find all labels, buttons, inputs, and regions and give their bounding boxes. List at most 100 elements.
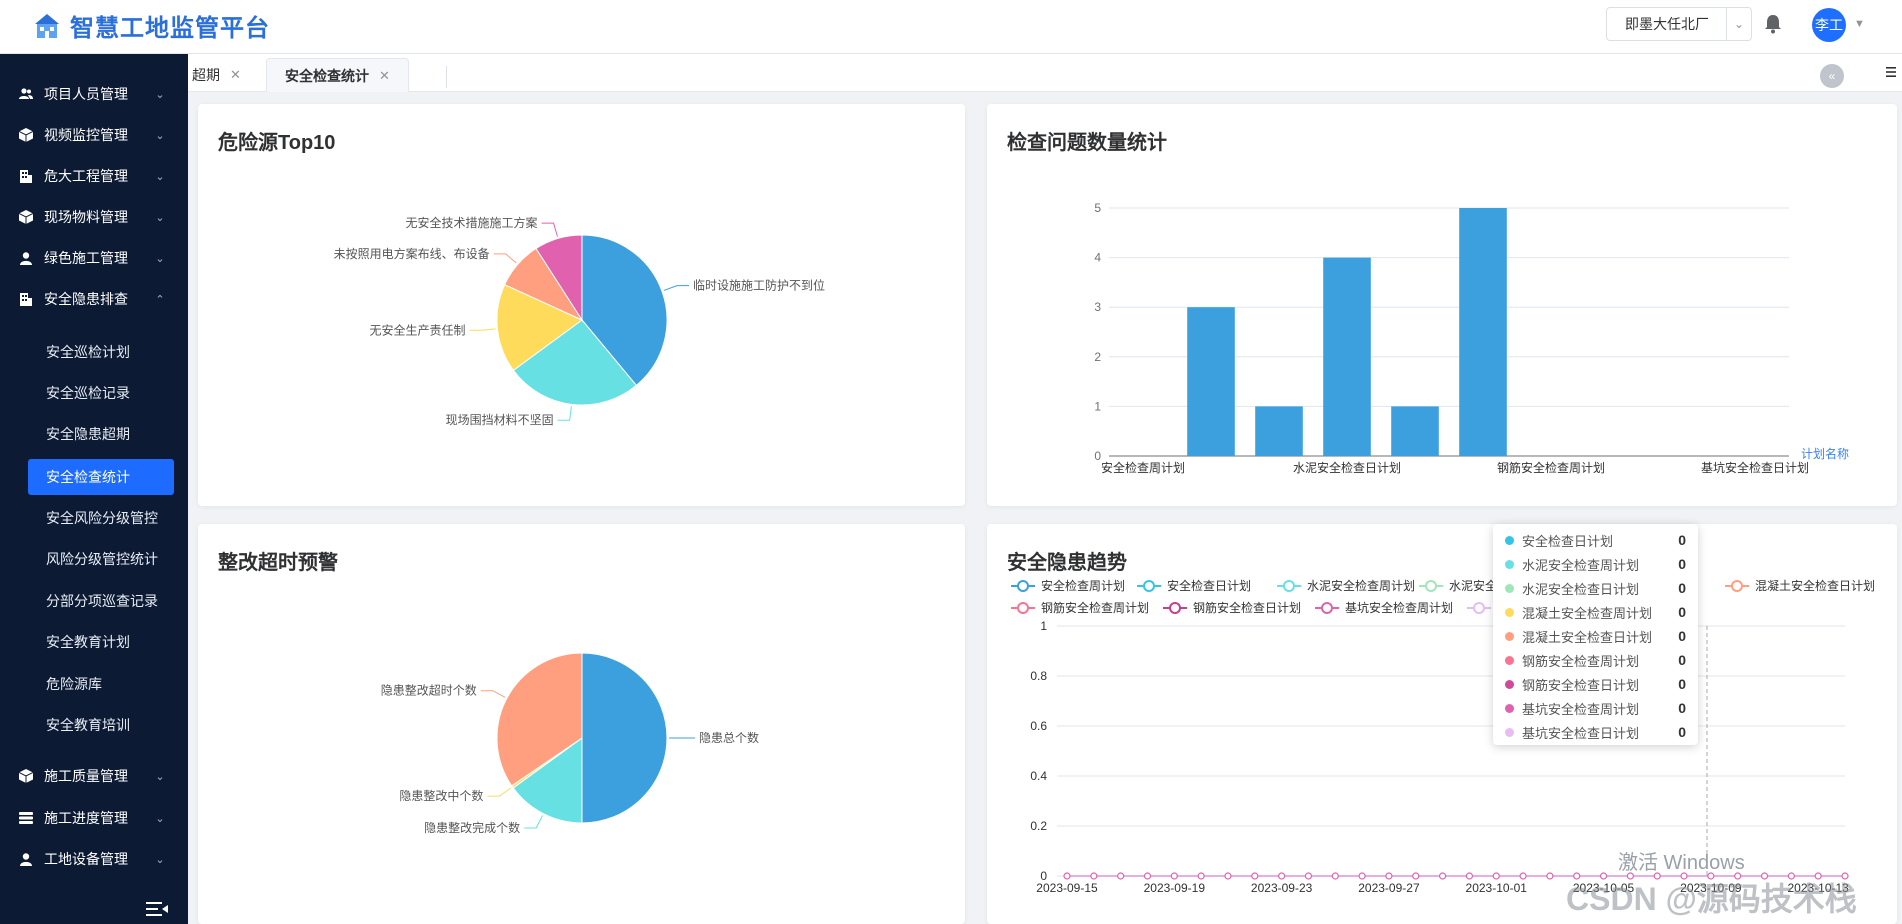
x-tick-label: 基坑安全检查日计划 <box>1701 460 1809 475</box>
tooltip-dot <box>1505 679 1514 689</box>
tooltip-value: 0 <box>1678 700 1686 716</box>
caret-down-icon[interactable]: ▼ <box>1854 18 1865 30</box>
tab-overdue[interactable]: 超期 ✕ <box>192 58 241 92</box>
legend-label: 钢筋安全检查日计划 <box>1193 600 1301 615</box>
tab-check-stats[interactable]: 安全检查统计 ✕ <box>266 58 409 92</box>
sidebar-item-video[interactable]: 视频监控管理 ⌄ <box>0 115 188 155</box>
data-point <box>1331 872 1339 880</box>
person-icon <box>18 851 34 867</box>
sidebar-item-label: 施工进度管理 <box>44 810 128 826</box>
chevron-down-icon: ⌄ <box>155 770 165 783</box>
sidebar-item-personnel[interactable]: 项目人员管理 ⌄ <box>0 74 188 114</box>
tab-divider <box>446 66 447 88</box>
tooltip-dot <box>1505 559 1514 569</box>
tooltip-value: 0 <box>1678 556 1686 572</box>
pie-label-line <box>663 285 689 291</box>
tooltip-value: 0 <box>1678 604 1686 620</box>
legend-marker <box>1473 602 1485 614</box>
x-tick-label: 2023-09-27 <box>1358 881 1420 895</box>
sidebar-subitem-education-plan[interactable]: 安全教育计划 <box>28 624 174 660</box>
sidebar-subitem-hazard-overdue[interactable]: 安全隐患超期 <box>28 416 174 452</box>
tooltip-label: 基坑安全检查周计划 <box>1522 701 1640 717</box>
sidebar-item-label: 绿色施工管理 <box>44 250 128 266</box>
cube-icon <box>18 127 34 143</box>
tooltip-value: 0 <box>1678 676 1686 692</box>
sidebar-item-green[interactable]: 绿色施工管理 ⌄ <box>0 238 188 278</box>
tooltip-label: 水泥安全检查周计划 <box>1522 557 1640 573</box>
sidebar-item-major-works[interactable]: 危大工程管理 ⌄ <box>0 156 188 196</box>
bar <box>1255 406 1303 456</box>
card-issue-count: 检查问题数量统计 0 1 2 3 4 5 安全检查周计划 水泥安全检查日计划 钢筋安全检查周计划… <box>987 104 1897 506</box>
sidebar-item-hazard-check[interactable]: 安全隐患排查 ⌃ <box>0 279 188 319</box>
tabs-scroll-left-button[interactable]: « <box>1820 64 1844 88</box>
data-point <box>1170 872 1178 880</box>
y-tick-label: 4 <box>1094 251 1101 265</box>
csdn-watermark: CSDN @源码技术栈 <box>1566 881 1857 917</box>
tooltip-label: 钢筋安全检查周计划 <box>1522 653 1640 669</box>
tooltip-value: 0 <box>1678 628 1686 644</box>
sidebar-subitem-risk-stats[interactable]: 风险分级管控统计 <box>28 541 174 577</box>
sidebar-subitem-subitem-record[interactable]: 分部分项巡查记录 <box>28 583 174 619</box>
legend-label: 混凝土安全检查日计划 <box>1755 578 1875 593</box>
app-title: 智慧工地监管平台 <box>70 15 270 42</box>
sidebar-item-quality[interactable]: 施工质量管理 ⌄ <box>0 756 188 796</box>
sidebar-item-equipment[interactable]: 工地设备管理 ⌄ <box>0 839 188 879</box>
chevron-down-icon: ⌄ <box>155 211 165 224</box>
legend-marker <box>1017 580 1029 592</box>
legend-label: 基坑安全检查周计划 <box>1345 600 1453 615</box>
tooltip-row: 钢筋安全检查日计划 0 <box>1505 672 1686 696</box>
data-point <box>1546 872 1554 880</box>
org-select[interactable]: 即墨大任北厂 ⌄ <box>1606 7 1752 41</box>
app-logo[interactable]: 智慧工地监管平台 <box>32 8 270 43</box>
overdue-pie-chart: 隐患总个数隐患整改完成个数 隐患整改中个数 隐患整改超时个数 <box>381 652 759 835</box>
user-avatar[interactable]: 李工 <box>1812 8 1846 42</box>
tooltip-value: 0 <box>1678 532 1686 548</box>
tooltip-label: 混凝土安全检查周计划 <box>1522 605 1653 621</box>
tooltip-dot <box>1505 655 1514 665</box>
y-tick-label: 1 <box>1094 399 1101 413</box>
people-icon <box>18 86 34 102</box>
pie-label: 无安全技术措施施工方案 <box>406 215 538 230</box>
sidebar-item-materials[interactable]: 现场物料管理 ⌄ <box>0 197 188 237</box>
tooltip-row: 混凝土安全检查日计划 0 <box>1505 624 1686 648</box>
data-point <box>1063 872 1071 880</box>
tabs-menu-icon[interactable] <box>1884 64 1898 80</box>
data-point <box>1117 872 1125 880</box>
sidebar-subitem-check-stats[interactable]: 安全检查统计 <box>28 459 174 495</box>
close-icon[interactable]: ✕ <box>230 67 241 83</box>
chevron-down-icon: ⌄ <box>155 252 165 265</box>
close-icon[interactable]: ✕ <box>379 68 390 84</box>
bar <box>1459 208 1507 456</box>
tooltip-row: 基坑安全检查日计划 0 <box>1505 720 1686 744</box>
data-point <box>1251 872 1259 880</box>
y-tick-label: 2 <box>1094 350 1101 364</box>
sidebar-item-label: 工地设备管理 <box>44 851 128 867</box>
legend-marker <box>1321 602 1333 614</box>
sidebar-subitem-risk-control[interactable]: 安全风险分级管控 <box>28 500 174 536</box>
bar <box>1323 257 1371 456</box>
card-overdue-warning: 整改超时预警 隐患总个数 隐患整改完成个数 隐患整改中个数 隐患整改超时个数 <box>198 524 965 924</box>
chevron-down-icon: ⌄ <box>155 812 165 825</box>
chevron-down-icon: ⌄ <box>155 129 165 142</box>
y-tick-label: 0.6 <box>1030 719 1047 733</box>
legend-marker <box>1425 580 1437 592</box>
bell-icon[interactable] <box>1764 14 1782 34</box>
y-tick-label: 1 <box>1040 619 1047 633</box>
hazard-pie-chart: 临时设施施工防护不到位现场围挡材料不坚固 无安全生产责任制 未按照用电方案布线、布设… <box>334 215 825 427</box>
org-select-value: 即墨大任北厂 <box>1625 16 1709 32</box>
data-point <box>1143 872 1152 880</box>
pie-label: 现场围挡材料不坚固 <box>446 413 554 427</box>
sidebar-item-label: 项目人员管理 <box>44 86 128 102</box>
x-tick-label: 2023-10-01 <box>1466 881 1528 895</box>
tooltip-dot <box>1505 607 1514 617</box>
tooltip-label: 混凝土安全检查日计划 <box>1522 629 1653 645</box>
sidebar-item-progress[interactable]: 施工进度管理 ⌄ <box>0 798 188 838</box>
sidebar-subitem-hazard-library[interactable]: 危险源库 <box>28 666 174 702</box>
data-point <box>1492 872 1500 880</box>
sidebar-subitem-patrol-plan[interactable]: 安全巡检计划 <box>28 334 174 370</box>
x-tick-label: 钢筋安全检查周计划 <box>1497 460 1605 475</box>
sidebar-subitem-patrol-record[interactable]: 安全巡检记录 <box>28 375 174 411</box>
menu-collapse-icon[interactable] <box>146 900 168 918</box>
pie-label-line <box>524 815 543 829</box>
sidebar-subitem-education-training[interactable]: 安全教育培训 <box>28 707 174 743</box>
